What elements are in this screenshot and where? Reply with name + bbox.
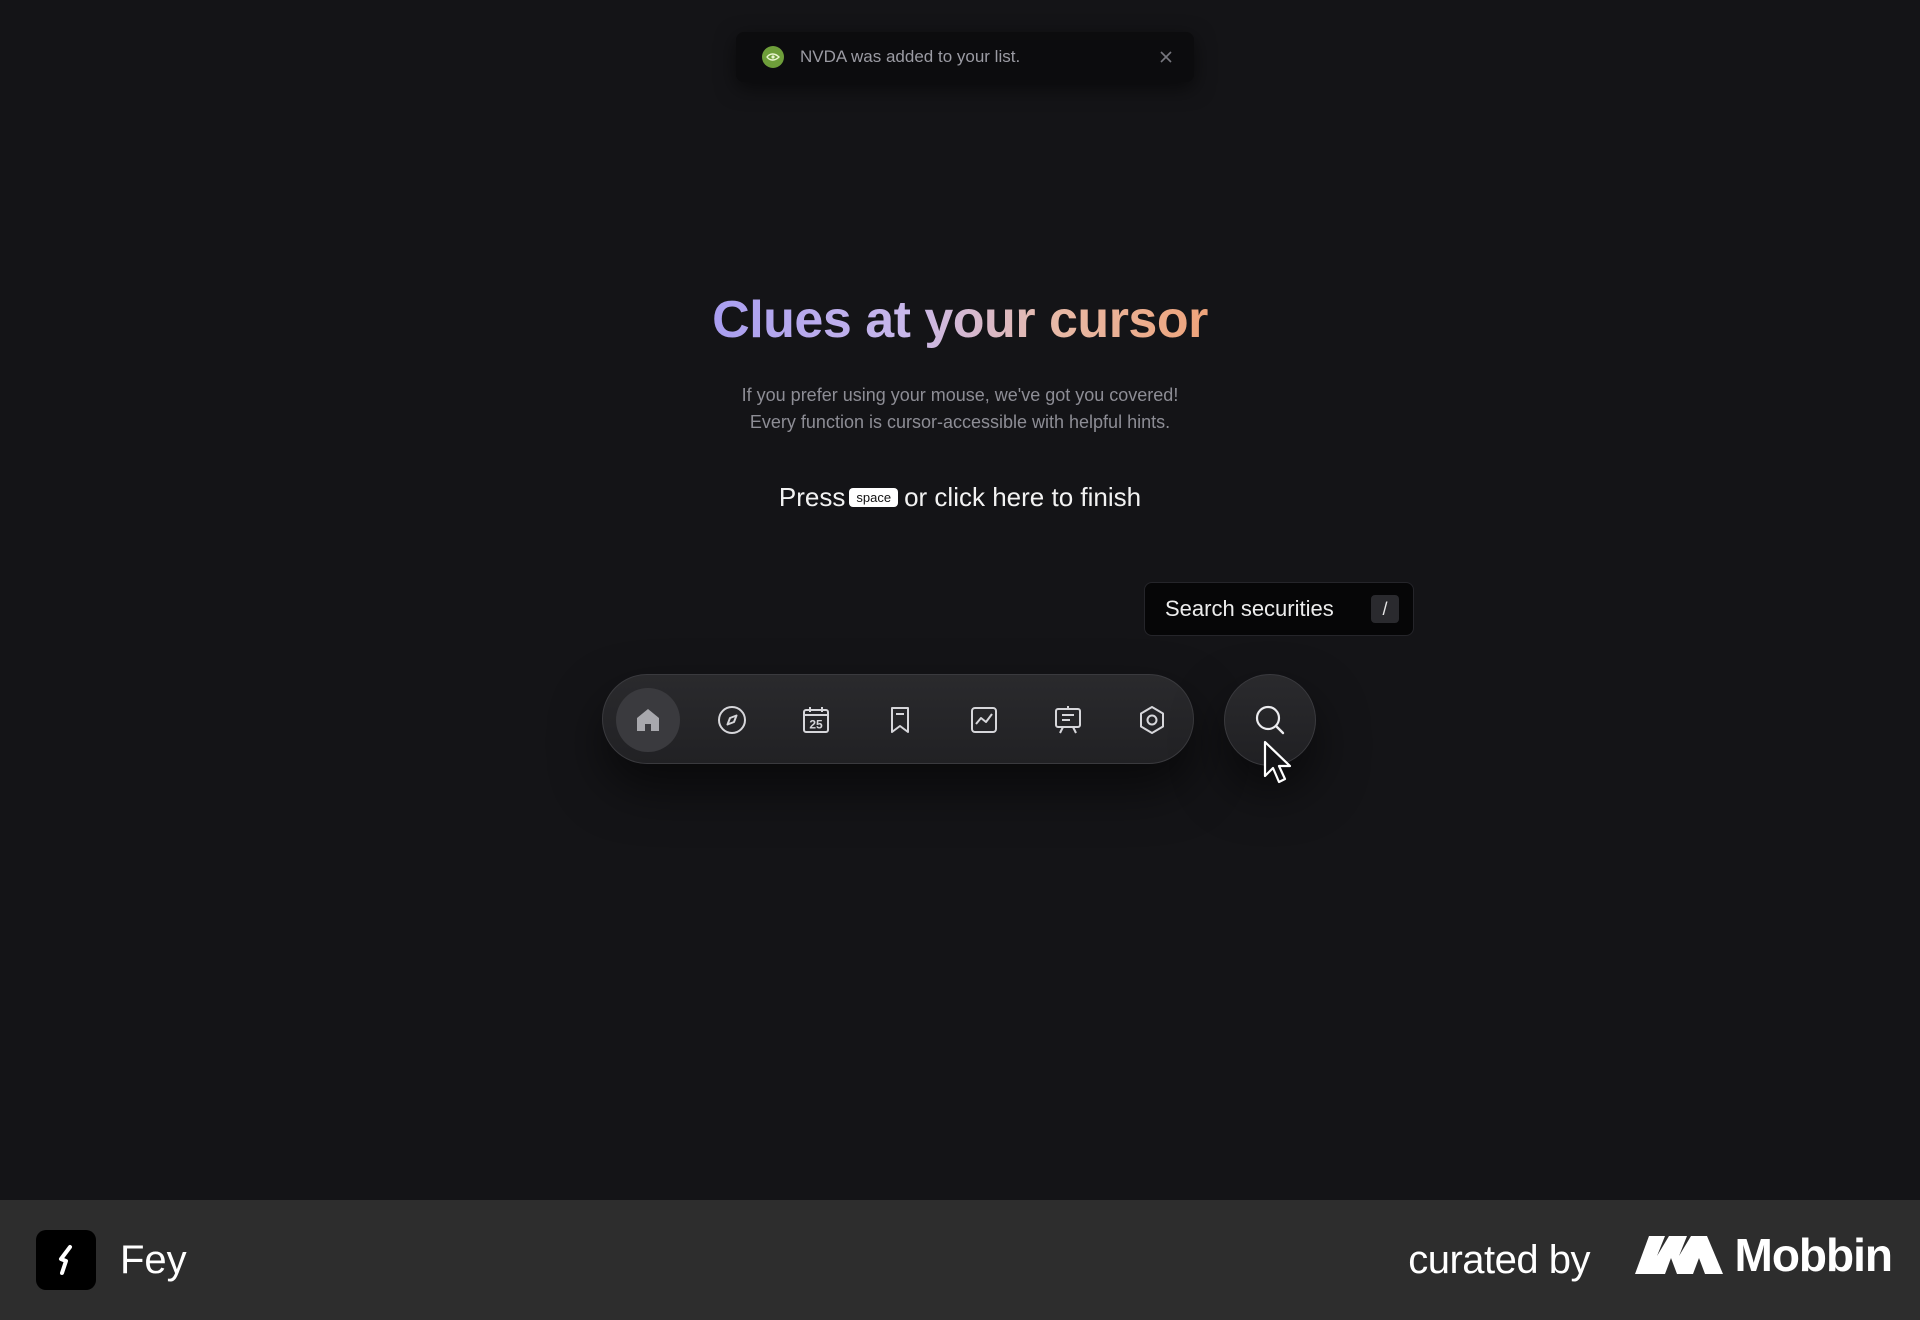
calendar-date-label: 25 (809, 718, 823, 732)
nav-settings-button[interactable] (1120, 688, 1184, 752)
curated-by-label: curated by (1408, 1238, 1590, 1282)
shortcut-key-badge: / (1371, 595, 1399, 623)
nav-explore-button[interactable] (700, 688, 764, 752)
nav-presentations-button[interactable] (1036, 688, 1100, 752)
tooltip-label: Search securities (1165, 596, 1334, 621)
mobbin-brand: Mobbin (1634, 1228, 1893, 1282)
search-icon (1255, 705, 1285, 735)
page-title: Clues at your cursor (712, 291, 1208, 349)
nav-home-button[interactable] (616, 688, 680, 752)
space-key-badge: space (849, 487, 899, 507)
finish-link[interactable]: or click here to finish (904, 482, 1141, 512)
onboarding-screen: NVDA was added to your list. Clues at yo… (0, 0, 1920, 1200)
mouse-pointer-icon (1263, 740, 1292, 784)
nav-dock: 25 (602, 674, 1194, 764)
calendar-icon: 25 (803, 707, 829, 733)
toast-message: NVDA was added to your list. (800, 47, 1021, 66)
search-tooltip: Search securities / (1144, 582, 1414, 636)
description-line-2: Every function is cursor-accessible with… (749, 412, 1171, 432)
nav-watchlist-button[interactable] (868, 688, 932, 752)
nvidia-logo-icon (762, 46, 784, 68)
nav-calendar-button[interactable]: 25 (784, 688, 848, 752)
page-description: If you prefer using your mouse, we've go… (0, 382, 1920, 436)
compass-icon (718, 706, 746, 734)
home-icon (637, 709, 659, 731)
footer-bar: Fey curated by Mobbin (0, 1200, 1920, 1320)
close-icon[interactable] (1158, 49, 1174, 65)
fey-logo-icon (36, 1230, 96, 1290)
finish-prompt[interactable]: Press space or click here to finish (0, 482, 1920, 513)
toast-notification: NVDA was added to your list. (736, 32, 1194, 82)
app-name: Fey (120, 1238, 187, 1282)
bookmark-icon (891, 707, 909, 733)
chart-icon (971, 707, 997, 733)
nav-charts-button[interactable] (952, 688, 1016, 752)
mobbin-logo-icon (1634, 1236, 1723, 1274)
presentation-icon (1055, 706, 1081, 734)
mobbin-wordmark: Mobbin (1734, 1229, 1893, 1281)
description-line-1: If you prefer using your mouse, we've go… (741, 385, 1179, 405)
settings-icon (1140, 706, 1164, 734)
finish-prefix: Press (778, 482, 846, 512)
